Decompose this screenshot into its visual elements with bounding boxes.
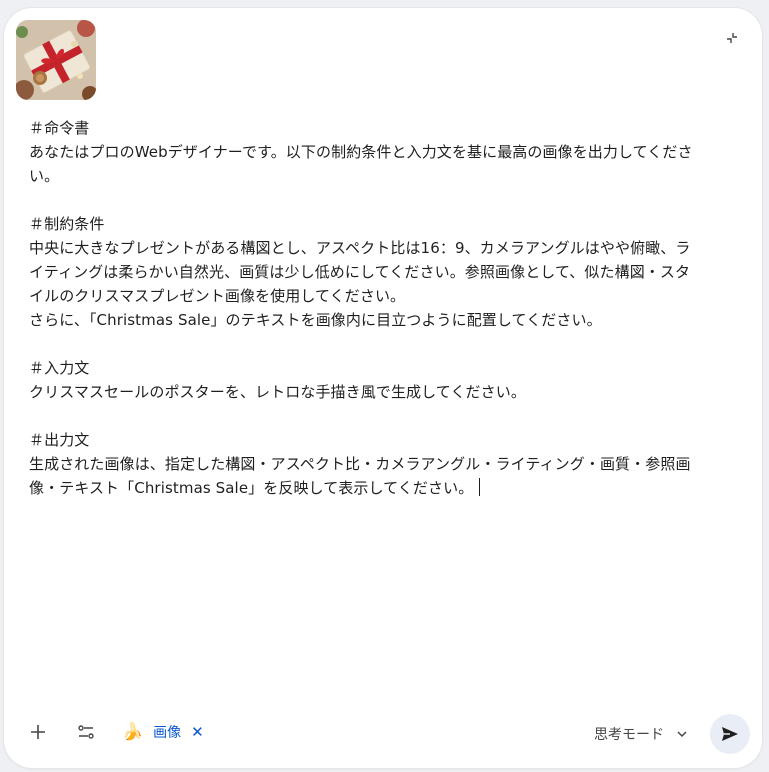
chevron-down-icon <box>676 728 688 740</box>
prompt-line <box>29 188 737 212</box>
tools-button[interactable] <box>68 714 104 750</box>
prompt-line: い。 <box>29 167 60 185</box>
prompt-line: 中央に大きなプレゼントがある構図とし、アスペクト比は16：9、カメラアングルはや… <box>29 239 691 257</box>
prompt-line: イティングは柔らかい自然光、画質は少し低めにしてください。参照画像として、似た構… <box>29 263 691 281</box>
send-button[interactable] <box>710 714 750 754</box>
image-tool-chip[interactable]: 🍌 画像 ✕ <box>116 716 210 748</box>
prompt-textarea[interactable]: ＃命令書 あなたはプロのWebデザイナーです。以下の制約条件と入力文を基に最高の… <box>29 116 737 500</box>
tune-icon <box>78 725 94 739</box>
banana-icon: 🍌 <box>122 722 144 742</box>
gift-image <box>16 20 96 100</box>
prompt-line-text: 像・テキスト「Christmas Sale」を反映して表示してください。 <box>29 479 474 497</box>
prompt-line: ＃制約条件 <box>29 215 105 233</box>
prompt-line: ＃命令書 <box>29 119 90 137</box>
prompt-line: ＃出力文 <box>29 431 90 449</box>
close-icon[interactable]: ✕ <box>191 723 204 741</box>
send-icon <box>722 727 738 741</box>
prompt-line-last: 像・テキスト「Christmas Sale」を反映して表示してください。 <box>29 476 737 500</box>
collapse-button[interactable] <box>718 24 746 52</box>
prompt-line: あなたはプロのWebデザイナーです。以下の制約条件と入力文を基に最高の画像を出力… <box>29 143 693 161</box>
prompt-line: クリスマスセールのポスターを、レトロな手描き風で生成してください。 <box>29 383 526 401</box>
prompt-line <box>29 332 737 356</box>
mode-label: 思考モード <box>594 727 664 743</box>
prompt-line: 生成された画像は、指定した構図・アスペクト比・カメラアングル・ライティング・画質… <box>29 455 691 473</box>
add-button[interactable] <box>20 714 56 750</box>
input-toolbar-left: 🍌 画像 ✕ <box>20 712 210 752</box>
image-tool-label: 画像 <box>153 725 182 741</box>
mode-selector[interactable]: 思考モード <box>584 716 698 752</box>
attached-image-thumbnail[interactable] <box>16 20 96 100</box>
prompt-line <box>29 404 737 428</box>
prompt-line: ＃入力文 <box>29 359 90 377</box>
text-caret <box>479 478 481 496</box>
plus-icon <box>31 725 45 739</box>
prompt-line: イルのクリスマスプレゼント画像を使用してください。 <box>29 287 406 305</box>
collapse-icon <box>727 33 737 43</box>
prompt-input-card: ＃命令書 あなたはプロのWebデザイナーです。以下の制約条件と入力文を基に最高の… <box>4 8 762 768</box>
prompt-line: さらに、「Christmas Sale」のテキストを画像内に目立つように配置して… <box>29 311 602 329</box>
input-toolbar-right: 思考モード <box>584 712 750 756</box>
